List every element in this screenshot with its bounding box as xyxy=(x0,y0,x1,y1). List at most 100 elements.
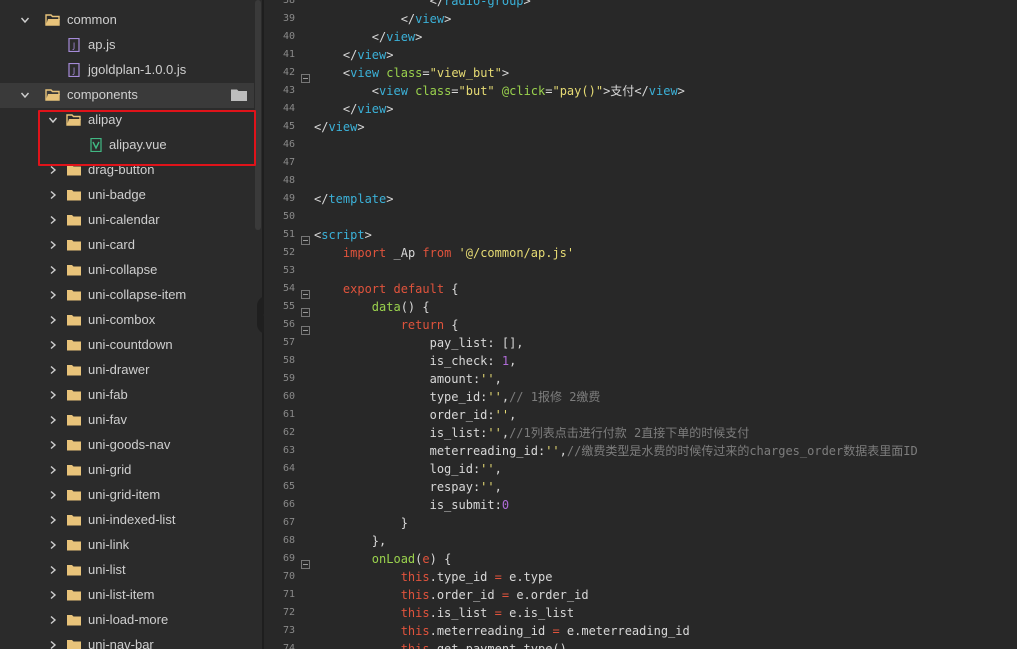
code-token: , xyxy=(494,462,502,476)
tree-item[interactable]: uni-card xyxy=(0,233,254,258)
code-line[interactable]: 42 <view class="view_but"> xyxy=(264,64,1017,83)
tree-item[interactable]: uni-link xyxy=(0,533,254,558)
code-line[interactable]: 56 return { xyxy=(264,316,1017,335)
chevron-down-icon[interactable] xyxy=(20,15,30,25)
chevron-right-icon[interactable] xyxy=(48,490,58,500)
code-line[interactable]: 50 xyxy=(264,208,1017,226)
chevron-right-icon[interactable] xyxy=(48,415,58,425)
tree-item[interactable]: uni-collapse-item xyxy=(0,283,254,308)
chevron-right-icon[interactable] xyxy=(48,240,58,250)
chevron-right-icon[interactable] xyxy=(48,515,58,525)
tree-item[interactable]: uni-indexed-list xyxy=(0,508,254,533)
code-line[interactable]: 45 </view> xyxy=(264,118,1017,136)
code-line[interactable]: 57 pay_list: [], xyxy=(264,334,1017,352)
fold-toggle-icon[interactable] xyxy=(301,230,310,245)
folder-icon xyxy=(66,388,82,402)
code-line[interactable]: 43 <view class="but" @click="pay()">支付</… xyxy=(264,82,1017,100)
fold-toggle-icon[interactable] xyxy=(301,284,310,299)
code-line[interactable]: 38 </radio-group> xyxy=(264,0,1017,10)
tree-item-label: uni-fab xyxy=(88,387,128,402)
tree-item[interactable]: uni-load-more xyxy=(0,608,254,633)
chevron-right-icon[interactable] xyxy=(48,365,58,375)
code-line[interactable]: 69 onLoad(e) { xyxy=(264,550,1017,569)
folder-icon[interactable] xyxy=(230,88,248,102)
code-text: <view class="view_but"> xyxy=(314,64,509,82)
tree-item[interactable]: uni-calendar xyxy=(0,208,254,233)
chevron-right-icon[interactable] xyxy=(48,265,58,275)
code-line[interactable]: 51 <script> xyxy=(264,226,1017,245)
chevron-right-icon[interactable] xyxy=(48,640,58,649)
code-line[interactable]: 74 this.get_payment_type() xyxy=(264,640,1017,649)
tree-item[interactable]: uni-drawer xyxy=(0,358,254,383)
tree-item[interactable]: uni-badge xyxy=(0,183,254,208)
chevron-right-icon[interactable] xyxy=(48,290,58,300)
code-token: </ xyxy=(371,30,387,44)
code-line[interactable]: 53 xyxy=(264,262,1017,280)
code-token: > xyxy=(386,102,394,116)
fold-toggle-icon[interactable] xyxy=(301,554,310,569)
chevron-right-icon[interactable] xyxy=(48,565,58,575)
code-line[interactable]: 46 xyxy=(264,136,1017,154)
code-line[interactable]: 62 is_list:'',//1列表点击进行付款 2直接下单的时候支付 xyxy=(264,424,1017,442)
chevron-right-icon[interactable] xyxy=(48,315,58,325)
code-line[interactable]: 48 xyxy=(264,172,1017,190)
code-line[interactable]: 47 xyxy=(264,154,1017,172)
code-line[interactable]: 41 </view> xyxy=(264,46,1017,64)
code-line[interactable]: 65 respay:'', xyxy=(264,478,1017,496)
chevron-right-icon[interactable] xyxy=(48,615,58,625)
code-line[interactable]: 49 </template> xyxy=(264,190,1017,208)
code-line[interactable]: 72 this.is_list = e.is_list xyxy=(264,604,1017,622)
code-line[interactable]: 64 log_id:'', xyxy=(264,460,1017,478)
code-line[interactable]: 61 order_id:'', xyxy=(264,406,1017,424)
code-line[interactable]: 67 } xyxy=(264,514,1017,532)
chevron-right-icon[interactable] xyxy=(48,215,58,225)
tree-item[interactable]: components xyxy=(0,83,254,108)
fold-toggle-icon[interactable] xyxy=(301,320,310,335)
tree-item[interactable]: uni-countdown xyxy=(0,333,254,358)
tree-item-label: uni-list xyxy=(88,562,126,577)
code-line[interactable]: 54 export default { xyxy=(264,280,1017,299)
chevron-right-icon[interactable] xyxy=(48,390,58,400)
code-line[interactable]: 39 </view> xyxy=(264,10,1017,28)
code-line[interactable]: 40 </view> xyxy=(264,28,1017,46)
code-line[interactable]: 52 import _Ap from '@/common/ap.js' xyxy=(264,244,1017,262)
tree-item[interactable]: uni-goods-nav xyxy=(0,433,254,458)
tree-item[interactable]: uni-combox xyxy=(0,308,254,333)
chevron-right-icon[interactable] xyxy=(48,190,58,200)
tree-item[interactable]: Jap.js xyxy=(0,33,254,58)
folder-icon xyxy=(66,588,82,602)
code-line[interactable]: 58 is_check: 1, xyxy=(264,352,1017,370)
chevron-right-icon[interactable] xyxy=(48,165,58,175)
tree-item[interactable]: uni-grid-item xyxy=(0,483,254,508)
chevron-down-icon[interactable] xyxy=(20,90,30,100)
chevron-right-icon[interactable] xyxy=(48,465,58,475)
chevron-right-icon[interactable] xyxy=(48,590,58,600)
code-editor[interactable]: 38 </radio-group> 39 </view> 40 </view> 41 … xyxy=(264,0,1017,649)
tree-item[interactable]: uni-list xyxy=(0,558,254,583)
code-line[interactable]: 59 amount:'', xyxy=(264,370,1017,388)
tree-item[interactable]: uni-collapse xyxy=(0,258,254,283)
code-line[interactable]: 71 this.order_id = e.order_id xyxy=(264,586,1017,604)
tree-item[interactable]: uni-list-item xyxy=(0,583,254,608)
chevron-right-icon[interactable] xyxy=(48,440,58,450)
code-text: is_submit:0 xyxy=(314,496,509,514)
tree-item[interactable]: common xyxy=(0,8,254,33)
chevron-right-icon[interactable] xyxy=(48,340,58,350)
tree-item[interactable]: uni-nav-bar xyxy=(0,633,254,649)
code-text: </template> xyxy=(314,190,393,208)
code-line[interactable]: 73 this.meterreading_id = e.meterreading… xyxy=(264,622,1017,640)
code-line[interactable]: 66 is_submit:0 xyxy=(264,496,1017,514)
code-line[interactable]: 55 data() { xyxy=(264,298,1017,317)
code-line[interactable]: 44 </view> xyxy=(264,100,1017,118)
tree-item[interactable]: Jjgoldplan-1.0.0.js xyxy=(0,58,254,83)
tree-item[interactable]: uni-grid xyxy=(0,458,254,483)
code-line[interactable]: 68 }, xyxy=(264,532,1017,550)
fold-toggle-icon[interactable] xyxy=(301,68,310,83)
tree-item[interactable]: uni-fab xyxy=(0,383,254,408)
fold-toggle-icon[interactable] xyxy=(301,302,310,317)
code-line[interactable]: 63 meterreading_id:'',//缴费类型是水费的时候传过来的ch… xyxy=(264,442,1017,460)
chevron-right-icon[interactable] xyxy=(48,540,58,550)
tree-item[interactable]: uni-fav xyxy=(0,408,254,433)
code-line[interactable]: 60 type_id:'',// 1报修 2缴费 xyxy=(264,388,1017,406)
code-line[interactable]: 70 this.type_id = e.type xyxy=(264,568,1017,586)
